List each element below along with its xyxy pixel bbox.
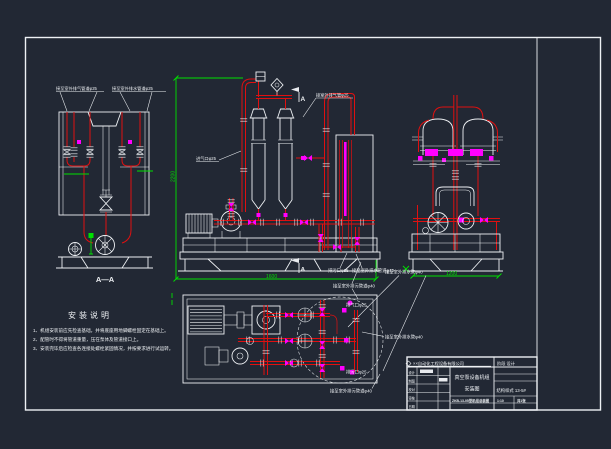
aa-vessel-outline (59, 112, 149, 215)
note-item-2: 2、配管时不得将管道重量，压在泵体及管道接口上。 (33, 336, 141, 343)
plan-valves (285, 301, 355, 375)
plan-vent-label: 排气口φ25 (346, 302, 367, 309)
front-base (178, 238, 380, 271)
company-name: ××自动化工程设备有限公司 (413, 360, 464, 367)
svg-text:A: A (301, 267, 306, 274)
row-label-check: 校对 (409, 387, 416, 392)
aa-pump (69, 236, 115, 256)
front-piping (214, 79, 375, 252)
drawing-code: 结构样式 13-5# (497, 387, 527, 394)
note-item-1: 1、机组安装前应先检查基础，并将底座用地脚螺栓固定在基础上。 (33, 327, 169, 334)
plan-motor (188, 306, 252, 334)
plan-view: 排气口φ25 排污口φ25 接至室外排水管φ40 接至室外排污管道φ40 (172, 293, 423, 395)
front-water-tank (336, 135, 373, 252)
front-inlet-label: 进气口φ25 (196, 155, 217, 162)
cad-sheet: 接至室外排气管道φ25 接至室外排水管道φ25 (0, 0, 611, 449)
section-marker-top: A (291, 87, 306, 103)
front-drain-label: 排污口φ25 (328, 267, 349, 274)
front-dim-width: 1600 (266, 274, 277, 280)
sheet-count: 共1张 (517, 398, 526, 403)
front-dimensions: 2200 1600 (171, 76, 379, 282)
pressure-gauge-icon (271, 79, 283, 96)
title-block: ××自动化工程设备有限公司 阶段 设计 真空泵设备机组 安装图 结构样式 13-… (406, 357, 537, 410)
sheet-type: 安装图 (464, 386, 479, 393)
front-view: 2200 1600 (171, 72, 395, 299)
cad-canvas[interactable]: 接至室外排气管道φ25 接至室外排水管道φ25 (0, 0, 611, 449)
row-label-date: 日期 (409, 404, 415, 409)
plan-bottom-sewer-label: 接至室外排污管道φ40 (330, 388, 373, 395)
aa-base (56, 257, 153, 268)
level-gauge (344, 142, 347, 216)
side-drain-label: 接至室外排水管φ40 (385, 269, 423, 276)
signature-mark (420, 370, 433, 374)
front-motor (186, 214, 218, 238)
side-pumps (423, 213, 475, 234)
product-name: 真空泵设备机组 (454, 374, 489, 381)
aa-valve-row (64, 140, 144, 157)
aa-center-valve (100, 126, 112, 235)
aa-label-exhaust: 接至室外排气管道φ25 (56, 85, 98, 92)
stage-cell: 阶段 设计 (497, 360, 515, 367)
row-label-draw: 制图 (409, 379, 415, 384)
svg-text:A: A (301, 96, 306, 103)
notes-title: 安装说明 (68, 310, 112, 320)
scale-value: 1:10 (497, 399, 504, 403)
section-view-aa: 接至室外排气管道φ25 接至室外排水管道φ25 (56, 85, 166, 284)
aa-label-drain: 接至室外排水管道φ25 (112, 85, 154, 92)
side-valves (418, 149, 494, 223)
doc-number: ZKB-13-05型机组总装图 (452, 398, 490, 403)
front-separator-pots (250, 109, 295, 209)
signature-mark (439, 378, 448, 382)
plan-right-drain-label: 接至室外排水管φ40 (385, 334, 423, 341)
side-piping (413, 95, 500, 250)
side-dim-width: 1200 (446, 271, 457, 277)
note-item-3: 3、安装完毕后应检查各连接处螺栓紧固情况，并按要求进行试运转。 (33, 345, 173, 352)
row-label-audit: 审核 (409, 396, 416, 401)
front-top-cap (256, 72, 265, 81)
front-exhaust-label: 接室外排气管φ25 (316, 92, 349, 99)
side-base (407, 234, 503, 271)
front-dim-height: 2200 (171, 171, 177, 182)
plan-pump (205, 306, 280, 365)
front-sewer-label: 接至室外排污管道φ40 (333, 283, 376, 290)
row-label-design: 设计 (409, 370, 416, 375)
aa-pipes (67, 112, 140, 243)
side-view: 1200 接至室外排水管φ40 (348, 95, 503, 371)
aa-view-title: A—A (96, 275, 115, 284)
front-valves (228, 155, 360, 250)
installation-notes: 安装说明 1、机组安装前应先检查基础，并将底座用地脚螺栓固定在基础上。 2、配管… (33, 310, 173, 352)
plan-blowdown-label: 排污口φ25 (346, 369, 367, 376)
side-arch (436, 187, 474, 206)
